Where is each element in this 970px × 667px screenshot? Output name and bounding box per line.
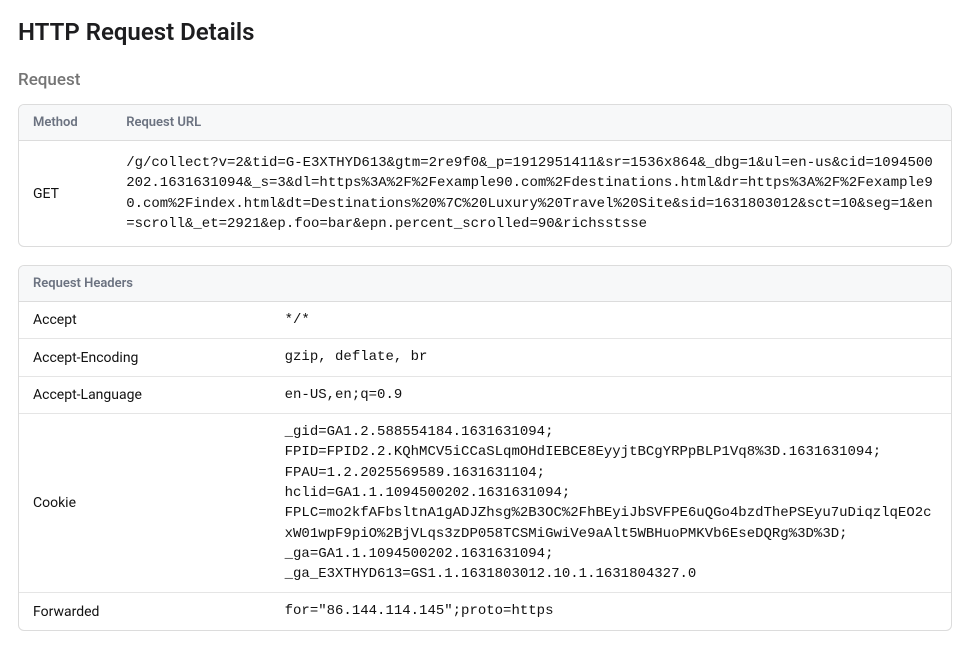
- header-row: Forwardedfor="86.144.114.145";proto=http…: [19, 593, 951, 630]
- header-row: Accept-Encodinggzip, deflate, br: [19, 339, 951, 376]
- header-value: en-US,en;q=0.9: [271, 376, 951, 413]
- header-value: */*: [271, 302, 951, 339]
- headers-table: Accept*/*Accept-Encodinggzip, deflate, b…: [19, 302, 951, 630]
- request-url: /g/collect?v=2&tid=G-E3XTHYD613&gtm=2re9…: [112, 141, 951, 247]
- header-value: _gid=GA1.2.588554184.1631631094; FPID=FP…: [271, 414, 951, 593]
- header-value: gzip, deflate, br: [271, 339, 951, 376]
- request-section-title: Request: [18, 70, 952, 90]
- url-column-header: Request URL: [112, 105, 951, 141]
- header-value: for="86.144.114.145";proto=https: [271, 593, 951, 630]
- header-name: Accept: [19, 302, 271, 339]
- header-name: Accept-Language: [19, 376, 271, 413]
- headers-panel: Request Headers Accept*/*Accept-Encoding…: [18, 265, 952, 631]
- header-row: Cookie_gid=GA1.2.588554184.1631631094; F…: [19, 414, 951, 593]
- header-name: Accept-Encoding: [19, 339, 271, 376]
- page-title: HTTP Request Details: [18, 18, 952, 46]
- header-row: Accept*/*: [19, 302, 951, 339]
- header-row: Accept-Languageen-US,en;q=0.9: [19, 376, 951, 413]
- headers-title: Request Headers: [19, 266, 951, 302]
- header-name: Forwarded: [19, 593, 271, 630]
- method-column-header: Method: [19, 105, 112, 141]
- request-row: GET /g/collect?v=2&tid=G-E3XTHYD613&gtm=…: [19, 141, 951, 247]
- request-method: GET: [19, 141, 112, 247]
- request-table: Method Request URL GET /g/collect?v=2&ti…: [19, 105, 951, 246]
- header-name: Cookie: [19, 414, 271, 593]
- request-panel: Method Request URL GET /g/collect?v=2&ti…: [18, 104, 952, 247]
